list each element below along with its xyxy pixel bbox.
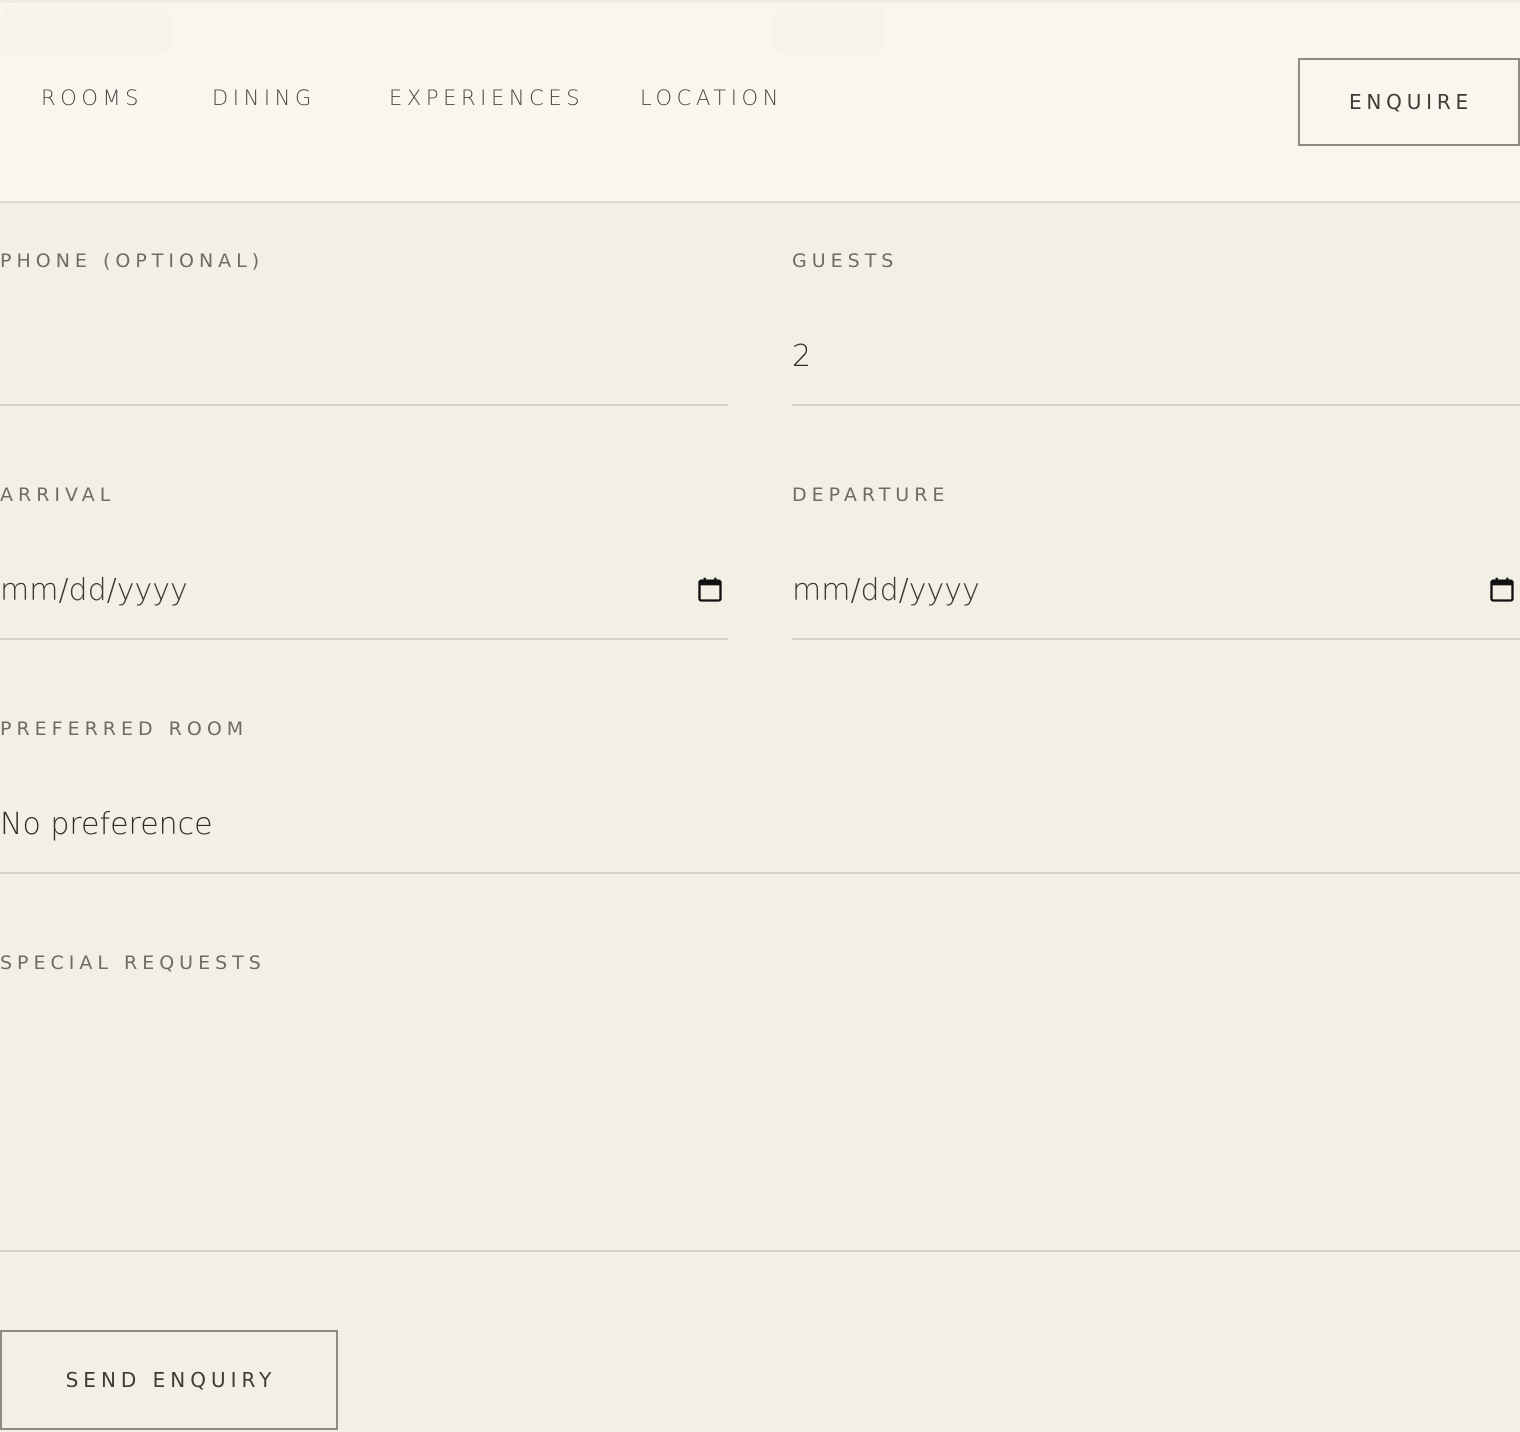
special-requests-label: SPECIAL REQUESTS: [0, 952, 266, 974]
arrival-placeholder: mm/dd/yyyy: [0, 573, 188, 608]
nav-item-dining[interactable]: DINING: [212, 86, 316, 110]
guests-field[interactable]: 2: [792, 310, 1520, 406]
departure-placeholder: mm/dd/yyyy: [792, 573, 980, 608]
departure-date-field[interactable]: mm/dd/yyyy: [792, 544, 1520, 640]
faded-header-element: [772, 4, 886, 56]
arrival-date-field[interactable]: mm/dd/yyyy: [0, 544, 728, 640]
special-requests-textarea[interactable]: [0, 1000, 1520, 1252]
nav-item-experiences[interactable]: EXPERIENCES: [389, 86, 584, 110]
preferred-room-label: PREFERRED ROOM: [0, 718, 249, 740]
phone-field[interactable]: [0, 310, 728, 406]
site-header: ROOMS DINING EXPERIENCES LOCATION ENQUIR…: [0, 0, 1520, 203]
nav-item-rooms[interactable]: ROOMS: [41, 86, 143, 110]
preferred-room-select[interactable]: No preference: [0, 778, 1520, 874]
guests-value: 2: [792, 339, 812, 374]
header-top-edge: [0, 0, 1520, 3]
calendar-icon[interactable]: [696, 576, 724, 604]
preferred-room-value: No preference: [0, 807, 213, 842]
guests-label: GUESTS: [792, 250, 899, 272]
send-enquiry-button[interactable]: SEND ENQUIRY: [0, 1330, 338, 1430]
departure-label: DEPARTURE: [792, 484, 950, 506]
nav-item-location[interactable]: LOCATION: [640, 86, 783, 110]
enquiry-page: ROOMS DINING EXPERIENCES LOCATION ENQUIR…: [0, 0, 1520, 1432]
calendar-icon[interactable]: [1488, 576, 1516, 604]
phone-label: PHONE (OPTIONAL): [0, 250, 265, 272]
enquire-button[interactable]: ENQUIRE: [1298, 58, 1520, 146]
arrival-label: ARRIVAL: [0, 484, 116, 506]
faded-header-element: [0, 4, 172, 56]
